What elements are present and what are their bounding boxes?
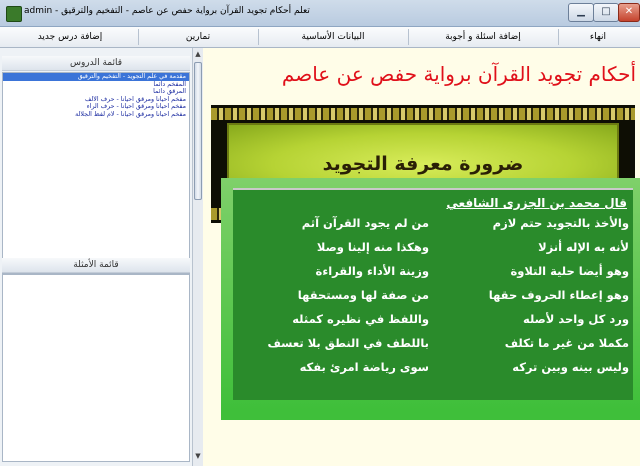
menu-exercises[interactable]: تمارين: [138, 29, 259, 45]
verse-second-half: باللطف في النطق بلا تعسف: [267, 336, 429, 350]
banner-top-border: [211, 108, 635, 120]
lesson-item[interactable]: المفخم دائما: [3, 81, 189, 89]
verse-first-half: والأخذ بالتجويد حتم لازم: [492, 216, 629, 230]
lesson-item[interactable]: مفخم أحيانا ومرقق أحيانا - لام لفظ الجلا…: [3, 111, 189, 119]
verse-row: لأنه به الإله أنزلا وهكذا منه إلينا وصلا: [229, 240, 629, 260]
scroll-up-arrow-icon[interactable]: ▲: [194, 50, 202, 60]
lesson-item[interactable]: المرقق دائما: [3, 88, 189, 96]
verse-second-half: من صفة لها ومستحقها: [297, 288, 429, 302]
poem-bottom-band: [221, 410, 640, 420]
app-icon: [6, 6, 22, 22]
window-title: admin - تعلم أحكام تجويد القرآن برواية ح…: [24, 6, 310, 16]
menu-basic-data[interactable]: البيانات الأساسية: [258, 29, 409, 45]
verse-row: ورد كل واحد لأصله واللفظ في نظيره كمثله: [229, 312, 629, 332]
verse-first-half: لأنه به الإله أنزلا: [538, 240, 629, 254]
maximize-button[interactable]: □: [593, 3, 619, 22]
verse-second-half: وهكذا منه إلينا وصلا: [316, 240, 429, 254]
sidebar: قائمة الدروس مقدمة في علم التجويد - التف…: [0, 48, 193, 466]
verse-first-half: ورد كل واحد لأصله: [523, 312, 629, 326]
verse-row: والأخذ بالتجويد حتم لازم من لم يجود القر…: [229, 216, 629, 236]
scroll-down-arrow-icon[interactable]: ▼: [194, 452, 202, 462]
poem-heading: قال محمد بن الجزرى الشافعي: [446, 196, 627, 210]
page-title: أحكام تجويد القرآن برواية حفص عن عاصم: [281, 62, 636, 86]
verse-second-half: وزينة الأداء والقراءة: [315, 264, 429, 278]
lesson-item[interactable]: مفخم أحيانا ومرقق أحيانا - حرف الراء: [3, 103, 189, 111]
verse-first-half: وليس بينه وبين تركه: [512, 360, 629, 374]
title-bar: admin - تعلم أحكام تجويد القرآن برواية ح…: [0, 0, 640, 27]
lessons-header: قائمة الدروس: [2, 56, 190, 71]
menu-add-lesson[interactable]: إضافة درس جديد: [2, 29, 139, 45]
verse-second-half: من لم يجود القرآن آثم: [301, 216, 429, 230]
verse-row: وهو إعطاء الحروف حقها من صفة لها ومستحقه…: [229, 288, 629, 308]
examples-header: قائمة الأمثلة: [2, 258, 190, 273]
scroll-thumb[interactable]: [194, 62, 202, 200]
content-scrollbar[interactable]: ▲ ▼: [192, 48, 203, 466]
lesson-content: أحكام تجويد القرآن برواية حفص عن عاصم ضر…: [203, 48, 640, 466]
close-button[interactable]: ✕: [618, 3, 640, 22]
lesson-item[interactable]: مقدمة في علم التجويد - التفخيم والترقيق: [3, 73, 189, 81]
verse-second-half: واللفظ في نظيره كمثله: [292, 312, 429, 326]
menu-add-questions[interactable]: إضافة اسئلة و أجوبة: [408, 29, 559, 45]
verse-second-half: سوى رياضة امرئ بفكه: [299, 360, 429, 374]
verse-first-half: وهو أيضا حلية التلاوة: [510, 264, 629, 278]
poem-panel: قال محمد بن الجزرى الشافعي والأخذ بالتجو…: [221, 178, 640, 410]
examples-list[interactable]: [2, 274, 190, 462]
verse-row: وهو أيضا حلية التلاوة وزينة الأداء والقر…: [229, 264, 629, 284]
verse-first-half: مكملا من غير ما تكلف: [504, 336, 629, 350]
menu-bar: انهاء إضافة اسئلة و أجوبة البيانات الأسا…: [0, 27, 640, 48]
verse-row: وليس بينه وبين تركه سوى رياضة امرئ بفكه: [229, 360, 629, 380]
poem-box: قال محمد بن الجزرى الشافعي والأخذ بالتجو…: [233, 188, 633, 400]
banner-title: ضرورة معرفة التجويد: [322, 153, 524, 175]
lessons-list[interactable]: مقدمة في علم التجويد - التفخيم والترقيق …: [2, 72, 190, 274]
verse-first-half: وهو إعطاء الحروف حقها: [488, 288, 629, 302]
lesson-item[interactable]: مفخم أحيانا ومرقق أحيانا - حرف الألف: [3, 96, 189, 104]
verse-row: مكملا من غير ما تكلف باللطف في النطق بلا…: [229, 336, 629, 356]
minimize-button[interactable]: ▁: [568, 3, 594, 22]
menu-exit[interactable]: انهاء: [558, 29, 638, 45]
